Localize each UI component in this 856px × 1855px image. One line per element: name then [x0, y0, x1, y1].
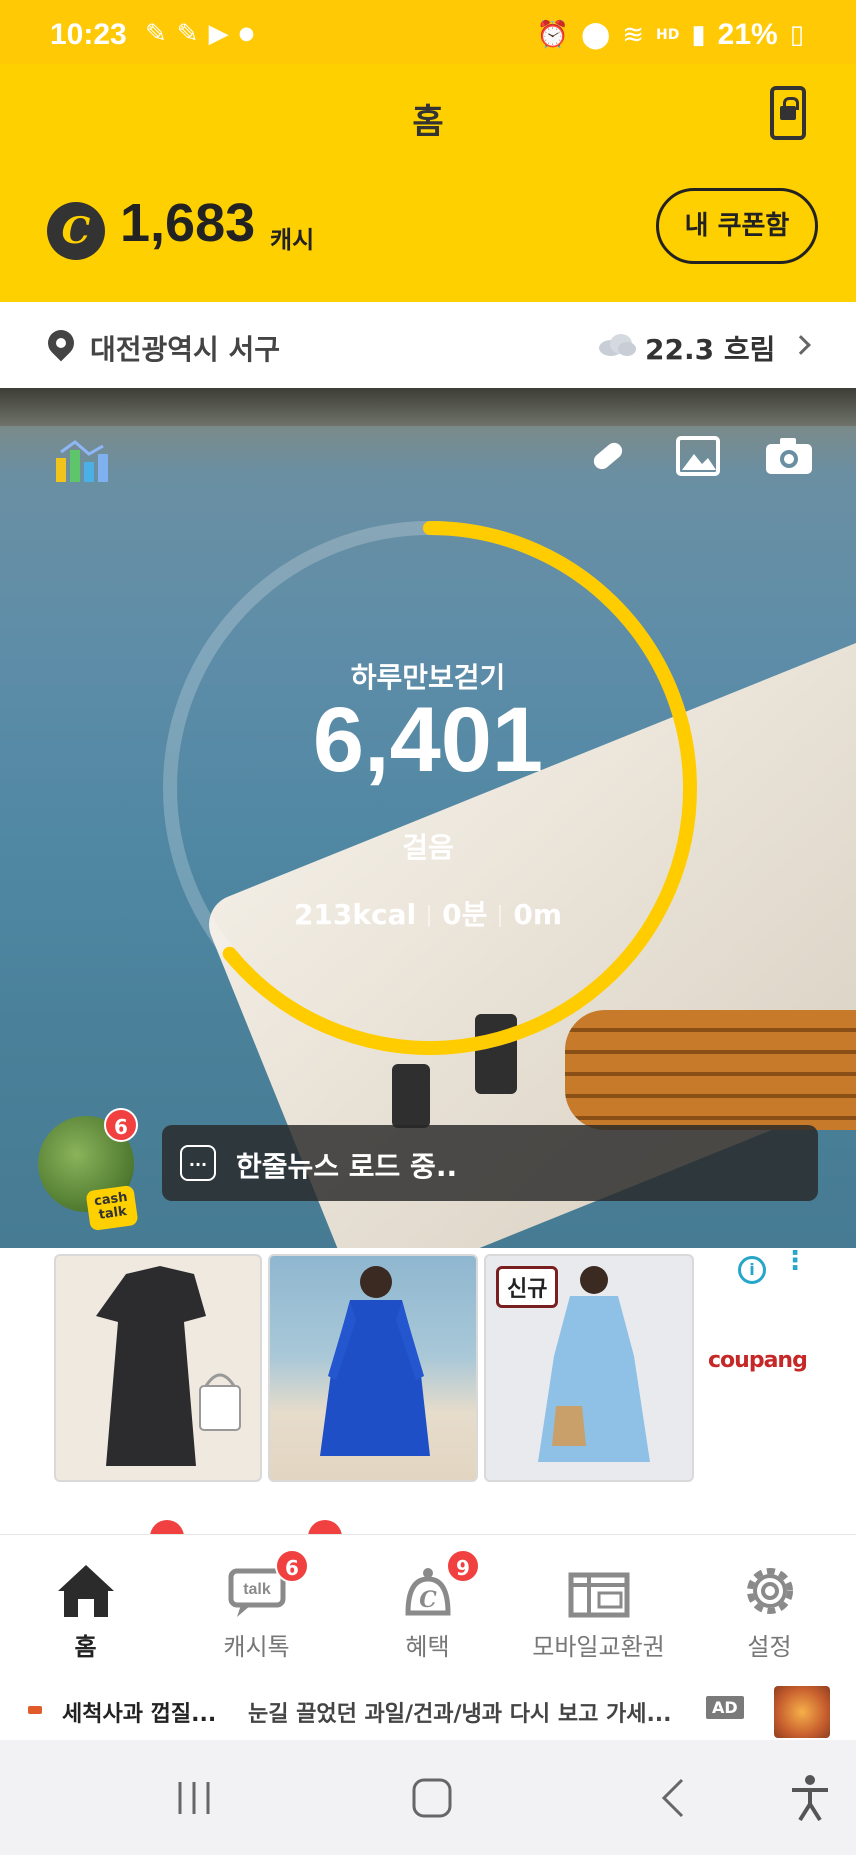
status-bar: 10:23 ✎ ✎ ▶ ● ⏰ ⬤ ≋ HD ▮ 21% ▯: [0, 0, 856, 64]
step-summary: 213kcal 0분 0m: [0, 893, 856, 933]
ad-product-blue-dress[interactable]: [268, 1254, 478, 1482]
gallery-icon[interactable]: [676, 434, 720, 478]
bottom-ad-banner[interactable]: 세척사과 껍질... 눈길 끌었던 과일/건과/냉과 다시 보고 가세... A…: [0, 1682, 856, 1740]
status-notification-icons: ✎ ✎ ▶ ●: [145, 20, 254, 48]
back-icon[interactable]: [644, 1768, 704, 1828]
status-system-icons: ⏰ ⬤ ≋ HD ▮ 21% ▯: [537, 18, 804, 52]
duration: 0분: [442, 898, 488, 931]
my-coupon-button[interactable]: 내 쿠폰함: [656, 188, 818, 264]
calories: 213kcal: [293, 898, 417, 931]
blue-dress-image: [320, 1266, 430, 1456]
system-navigation-bar: [0, 1740, 856, 1855]
background-shore: [0, 388, 856, 426]
step-unit: 걸음: [402, 831, 454, 864]
nav-settings[interactable]: 설정: [684, 1535, 855, 1683]
black-dress-image: [96, 1266, 241, 1466]
notification-icon: ✎: [145, 19, 167, 49]
svg-text:talk: talk: [243, 1581, 271, 1598]
more-dots-icon: ...: [180, 1145, 216, 1181]
location-icon: ⬤: [581, 20, 611, 50]
one-line-news-bar[interactable]: ... 한줄뉴스 로드 중..: [162, 1125, 818, 1201]
home-icon: [57, 1565, 114, 1617]
ad-product-black-dress[interactable]: [54, 1254, 262, 1482]
more-options-icon[interactable]: ⋮: [782, 1248, 808, 1274]
cash-balance[interactable]: 1,683: [120, 192, 255, 254]
cash-coin-icon: C: [47, 202, 105, 260]
news-text: 한줄뉴스 로드 중..: [236, 1150, 458, 1183]
ad-badge: AD: [706, 1696, 744, 1719]
app-header: 홈 C 1,683 캐시 내 쿠폰함: [0, 64, 856, 302]
cash-unit: 캐시: [270, 226, 315, 254]
nav-label: 모바일교환권: [532, 1633, 665, 1661]
battery-icon: ▯: [789, 20, 804, 50]
lock-icon: [780, 97, 799, 120]
nav-label: 캐시톡: [223, 1633, 290, 1661]
nav-notification-badge: 9: [446, 1549, 480, 1583]
step-tracker-hero: 하루만보걷기 6,401 걸음 213kcal 0분 0m cash talk 6 …: [0, 388, 856, 1248]
nav-label: 혜택: [405, 1633, 450, 1661]
nav-benefits[interactable]: C 혜택 9: [342, 1535, 513, 1683]
lock-screen-button[interactable]: [770, 86, 806, 140]
nav-label: 홈: [74, 1633, 97, 1661]
ad-thumbnail: [774, 1686, 830, 1738]
weather-text: 22.3 흐림: [645, 333, 776, 366]
background-bollard: [392, 1064, 430, 1128]
location-text: 대전광역시 서구: [90, 333, 281, 366]
accessibility-icon[interactable]: [780, 1768, 840, 1828]
gear-icon: [746, 1568, 793, 1614]
recent-apps-icon[interactable]: [164, 1768, 224, 1828]
status-time: 10:23: [50, 18, 127, 51]
ad-title: 세척사과 껍질...: [62, 1702, 217, 1727]
cloud-icon: [599, 334, 636, 356]
home-button-icon[interactable]: [402, 1768, 462, 1828]
ad-description: 눈길 끌었던 과일/건과/냉과 다시 보고 가세...: [248, 1702, 672, 1727]
nav-label: 설정: [747, 1633, 792, 1661]
hd-voice-icon: HD: [655, 27, 680, 43]
alarm-icon: ⏰: [536, 20, 570, 50]
step-count[interactable]: 6,401: [0, 688, 856, 793]
dot-icon: ●: [238, 23, 255, 44]
cash-talk-logo: cash talk: [85, 1184, 139, 1232]
nav-notification-badge: 6: [275, 1549, 309, 1583]
battery-level: 21%: [717, 18, 778, 51]
ad-info-icon[interactable]: i: [738, 1256, 766, 1284]
coupang-logo[interactable]: coupang: [708, 1348, 808, 1373]
nav-mobile-voucher[interactable]: 모바일교환권: [513, 1535, 684, 1683]
divider: [428, 905, 431, 927]
notification-icon: ✎: [176, 19, 199, 49]
location-pin-icon: [42, 324, 80, 362]
content-peek-row: [0, 1488, 856, 1540]
location-weather-bar[interactable]: 대전광역시 서구 22.3 흐림: [0, 302, 856, 388]
ad-bullet-icon: [28, 1706, 42, 1714]
chevron-right-icon: [791, 335, 811, 355]
cash-talk-notification-badge: 6: [104, 1108, 138, 1142]
nav-cash-talk[interactable]: talk 캐시톡 6: [171, 1535, 342, 1683]
camera-icon[interactable]: [764, 434, 814, 478]
new-product-tag: 신규: [496, 1266, 559, 1308]
signal-icon: ▮: [691, 20, 706, 50]
page-title: 홈: [412, 102, 444, 142]
svg-text:C: C: [419, 1587, 437, 1613]
divider: [499, 905, 502, 927]
youtube-icon: ▶: [208, 19, 229, 49]
distance: 0m: [513, 898, 563, 931]
product-ad-carousel: 신규 i ⋮ coupang: [0, 1248, 856, 1488]
bottom-navigation: 홈 talk 캐시톡 6 C 혜택 9 모바일교환권 설정: [0, 1534, 856, 1682]
ad-product-lightblue-dress[interactable]: 신규: [484, 1254, 694, 1482]
pill-icon[interactable]: [586, 434, 630, 478]
wifi-icon: ≋: [622, 20, 644, 50]
gift-voucher-icon: [568, 1572, 629, 1618]
nav-home[interactable]: 홈: [0, 1535, 171, 1683]
statistics-icon[interactable]: [52, 436, 112, 486]
